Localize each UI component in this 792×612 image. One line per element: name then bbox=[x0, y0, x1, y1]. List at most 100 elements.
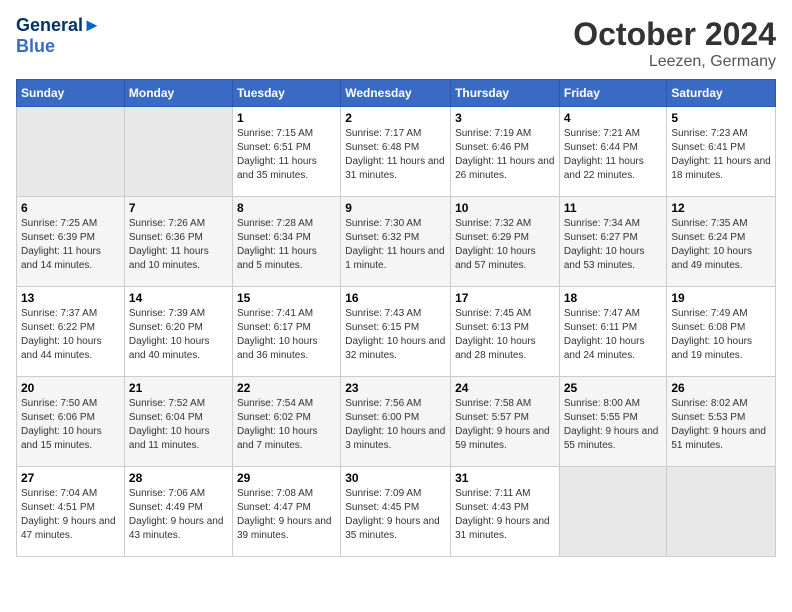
day-number: 13 bbox=[21, 291, 120, 305]
day-info: Sunrise: 8:00 AM Sunset: 5:55 PM Dayligh… bbox=[564, 397, 663, 453]
day-info: Sunrise: 7:47 AM Sunset: 6:11 PM Dayligh… bbox=[564, 307, 663, 363]
day-info: Sunrise: 7:43 AM Sunset: 6:15 PM Dayligh… bbox=[345, 307, 446, 363]
day-info: Sunrise: 7:15 AM Sunset: 6:51 PM Dayligh… bbox=[237, 127, 336, 183]
calendar-cell bbox=[667, 467, 776, 557]
day-info: Sunrise: 7:28 AM Sunset: 6:34 PM Dayligh… bbox=[237, 217, 336, 273]
calendar-cell: 24 Sunrise: 7:58 AM Sunset: 5:57 PM Dayli… bbox=[451, 377, 560, 467]
day-number: 21 bbox=[129, 381, 228, 395]
calendar-cell: 30Sunrise: 7:09 AM Sunset: 4:45 PM Dayli… bbox=[341, 467, 451, 557]
calendar-cell: 23 Sunrise: 7:56 AM Sunset: 6:00 PM Dayli… bbox=[341, 377, 451, 467]
day-number: 15 bbox=[237, 291, 336, 305]
day-number: 19 bbox=[671, 291, 771, 305]
calendar-cell: 2Sunrise: 7:17 AM Sunset: 6:48 PM Daylig… bbox=[341, 107, 451, 197]
day-info: Sunrise: 7:26 AM Sunset: 6:36 PM Dayligh… bbox=[129, 217, 228, 273]
calendar-cell: 6 Sunrise: 7:25 AM Sunset: 6:39 PM Daylig… bbox=[17, 197, 125, 287]
day-number: 12 bbox=[671, 201, 771, 215]
day-info: Sunrise: 7:35 AM Sunset: 6:24 PM Dayligh… bbox=[671, 217, 771, 273]
calendar-cell: 18 Sunrise: 7:47 AM Sunset: 6:11 PM Dayli… bbox=[559, 287, 667, 377]
calendar-table: SundayMondayTuesdayWednesdayThursdayFrid… bbox=[16, 79, 776, 557]
day-info: Sunrise: 7:41 AM Sunset: 6:17 PM Dayligh… bbox=[237, 307, 336, 363]
calendar-cell: 17 Sunrise: 7:45 AM Sunset: 6:13 PM Dayli… bbox=[451, 287, 560, 377]
day-info: Sunrise: 7:54 AM Sunset: 6:02 PM Dayligh… bbox=[237, 397, 336, 453]
logo: General► Blue bbox=[16, 16, 101, 57]
day-number: 16 bbox=[345, 291, 446, 305]
day-info: Sunrise: 7:06 AM Sunset: 4:49 PM Dayligh… bbox=[129, 487, 228, 543]
day-number: 6 bbox=[21, 201, 120, 215]
day-info: Sunrise: 7:25 AM Sunset: 6:39 PM Dayligh… bbox=[21, 217, 120, 273]
weekday-header-cell: Friday bbox=[559, 80, 667, 107]
calendar-body: 1 Sunrise: 7:15 AM Sunset: 6:51 PM Daylig… bbox=[17, 107, 776, 557]
calendar-cell: 29Sunrise: 7:08 AM Sunset: 4:47 PM Dayli… bbox=[232, 467, 340, 557]
calendar-week-row: 13Sunrise: 7:37 AM Sunset: 6:22 PM Dayli… bbox=[17, 287, 776, 377]
calendar-cell: 14 Sunrise: 7:39 AM Sunset: 6:20 PM Dayli… bbox=[124, 287, 232, 377]
weekday-header-cell: Thursday bbox=[451, 80, 560, 107]
calendar-cell: 27Sunrise: 7:04 AM Sunset: 4:51 PM Dayli… bbox=[17, 467, 125, 557]
calendar-cell: 10Sunrise: 7:32 AM Sunset: 6:29 PM Dayli… bbox=[451, 197, 560, 287]
weekday-header-cell: Saturday bbox=[667, 80, 776, 107]
day-number: 18 bbox=[564, 291, 663, 305]
day-number: 22 bbox=[237, 381, 336, 395]
day-number: 3 bbox=[455, 111, 555, 125]
calendar-week-row: 20 Sunrise: 7:50 AM Sunset: 6:06 PM Dayli… bbox=[17, 377, 776, 467]
weekday-header-cell: Tuesday bbox=[232, 80, 340, 107]
calendar-cell: 1 Sunrise: 7:15 AM Sunset: 6:51 PM Daylig… bbox=[232, 107, 340, 197]
day-info: Sunrise: 7:50 AM Sunset: 6:06 PM Dayligh… bbox=[21, 397, 120, 453]
calendar-week-row: 27Sunrise: 7:04 AM Sunset: 4:51 PM Dayli… bbox=[17, 467, 776, 557]
day-info: Sunrise: 7:32 AM Sunset: 6:29 PM Dayligh… bbox=[455, 217, 555, 273]
calendar-cell: 31Sunrise: 7:11 AM Sunset: 4:43 PM Dayli… bbox=[451, 467, 560, 557]
calendar-cell: 28Sunrise: 7:06 AM Sunset: 4:49 PM Dayli… bbox=[124, 467, 232, 557]
weekday-header-cell: Monday bbox=[124, 80, 232, 107]
day-number: 23 bbox=[345, 381, 446, 395]
calendar-cell: 22 Sunrise: 7:54 AM Sunset: 6:02 PM Dayli… bbox=[232, 377, 340, 467]
day-info: Sunrise: 7:19 AM Sunset: 6:46 PM Dayligh… bbox=[455, 127, 555, 183]
day-number: 27 bbox=[21, 471, 120, 485]
logo-blue: Blue bbox=[16, 36, 101, 57]
day-number: 17 bbox=[455, 291, 555, 305]
day-number: 9 bbox=[345, 201, 446, 215]
day-number: 4 bbox=[564, 111, 663, 125]
day-info: Sunrise: 7:56 AM Sunset: 6:00 PM Dayligh… bbox=[345, 397, 446, 453]
day-number: 7 bbox=[129, 201, 228, 215]
day-number: 20 bbox=[21, 381, 120, 395]
day-info: Sunrise: 8:02 AM Sunset: 5:53 PM Dayligh… bbox=[671, 397, 771, 453]
day-info: Sunrise: 7:58 AM Sunset: 5:57 PM Dayligh… bbox=[455, 397, 555, 453]
calendar-cell bbox=[124, 107, 232, 197]
weekday-header-row: SundayMondayTuesdayWednesdayThursdayFrid… bbox=[17, 80, 776, 107]
day-number: 14 bbox=[129, 291, 228, 305]
calendar-cell: 4 Sunrise: 7:21 AM Sunset: 6:44 PM Daylig… bbox=[559, 107, 667, 197]
day-number: 24 bbox=[455, 381, 555, 395]
day-info: Sunrise: 7:21 AM Sunset: 6:44 PM Dayligh… bbox=[564, 127, 663, 183]
day-number: 8 bbox=[237, 201, 336, 215]
calendar-cell: 20 Sunrise: 7:50 AM Sunset: 6:06 PM Dayli… bbox=[17, 377, 125, 467]
weekday-header-cell: Wednesday bbox=[341, 80, 451, 107]
calendar-cell: 3 Sunrise: 7:19 AM Sunset: 6:46 PM Daylig… bbox=[451, 107, 560, 197]
title-area: October 2024 Leezen, Germany bbox=[573, 16, 776, 71]
location-subtitle: Leezen, Germany bbox=[573, 53, 776, 71]
day-number: 1 bbox=[237, 111, 336, 125]
page-header: General► Blue October 2024 Leezen, Germa… bbox=[16, 16, 776, 71]
day-info: Sunrise: 7:49 AM Sunset: 6:08 PM Dayligh… bbox=[671, 307, 771, 363]
logo-text: General► bbox=[16, 16, 101, 36]
calendar-cell: 5 Sunrise: 7:23 AM Sunset: 6:41 PM Daylig… bbox=[667, 107, 776, 197]
day-info: Sunrise: 7:45 AM Sunset: 6:13 PM Dayligh… bbox=[455, 307, 555, 363]
day-info: Sunrise: 7:30 AM Sunset: 6:32 PM Dayligh… bbox=[345, 217, 446, 273]
calendar-cell: 7 Sunrise: 7:26 AM Sunset: 6:36 PM Daylig… bbox=[124, 197, 232, 287]
day-number: 11 bbox=[564, 201, 663, 215]
day-info: Sunrise: 7:34 AM Sunset: 6:27 PM Dayligh… bbox=[564, 217, 663, 273]
calendar-cell bbox=[17, 107, 125, 197]
calendar-cell: 16 Sunrise: 7:43 AM Sunset: 6:15 PM Dayli… bbox=[341, 287, 451, 377]
day-info: Sunrise: 7:17 AM Sunset: 6:48 PM Dayligh… bbox=[345, 127, 446, 183]
calendar-cell: 21Sunrise: 7:52 AM Sunset: 6:04 PM Dayli… bbox=[124, 377, 232, 467]
calendar-cell: 8 Sunrise: 7:28 AM Sunset: 6:34 PM Daylig… bbox=[232, 197, 340, 287]
calendar-cell: 13Sunrise: 7:37 AM Sunset: 6:22 PM Dayli… bbox=[17, 287, 125, 377]
day-info: Sunrise: 7:09 AM Sunset: 4:45 PM Dayligh… bbox=[345, 487, 446, 543]
calendar-cell: 11 Sunrise: 7:34 AM Sunset: 6:27 PM Dayli… bbox=[559, 197, 667, 287]
day-number: 5 bbox=[671, 111, 771, 125]
day-info: Sunrise: 7:23 AM Sunset: 6:41 PM Dayligh… bbox=[671, 127, 771, 183]
calendar-cell: 12 Sunrise: 7:35 AM Sunset: 6:24 PM Dayli… bbox=[667, 197, 776, 287]
day-number: 29 bbox=[237, 471, 336, 485]
weekday-header-cell: Sunday bbox=[17, 80, 125, 107]
calendar-cell: 9 Sunrise: 7:30 AM Sunset: 6:32 PM Daylig… bbox=[341, 197, 451, 287]
calendar-cell: 19 Sunrise: 7:49 AM Sunset: 6:08 PM Dayli… bbox=[667, 287, 776, 377]
day-info: Sunrise: 7:39 AM Sunset: 6:20 PM Dayligh… bbox=[129, 307, 228, 363]
